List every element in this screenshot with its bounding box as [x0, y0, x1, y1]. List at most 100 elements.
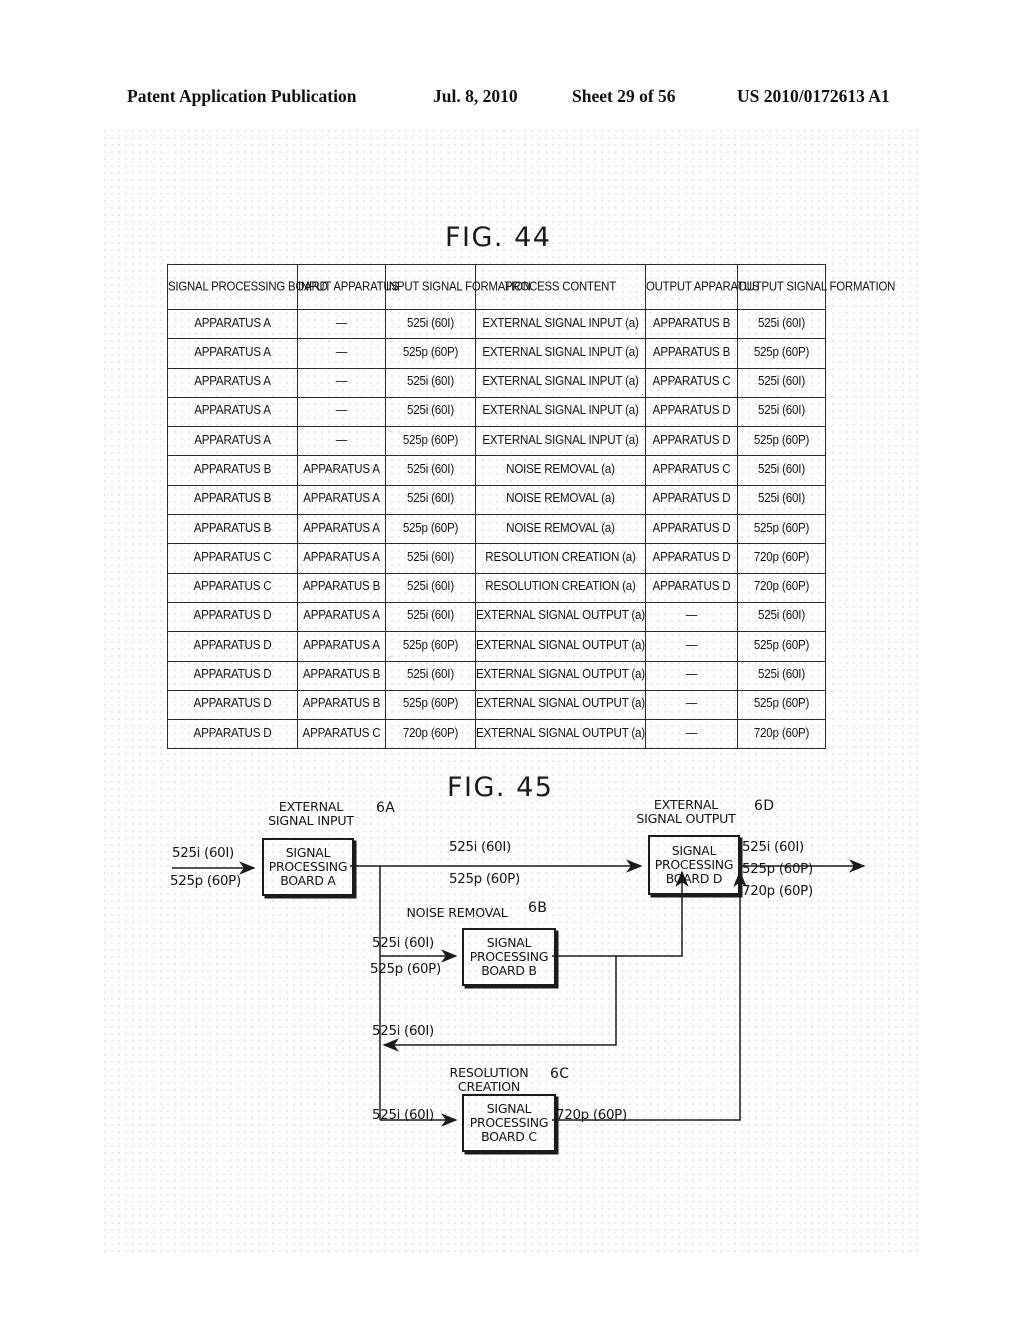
signal-processing-table: SIGNAL PROCESSING BOARD INPUT APPARATUS … [167, 261, 895, 751]
cell-output-apparatus: APPARATUS C [645, 453, 738, 488]
cell-input-signal-formation: 525i (60I) [385, 395, 476, 429]
header-line: PROCESS CONTENT [505, 280, 616, 294]
cell-signal-processing-board: APPARATUS A [167, 336, 298, 371]
cell-input-signal-formation: 525i (60I) [385, 571, 476, 605]
cell-input-signal-formation: 525i (60I) [385, 659, 476, 693]
board-b-caption-line1: NOISE REMOVAL [406, 905, 508, 920]
cell-process-content: RESOLUTION CREATION (a) [475, 571, 646, 605]
table-row: APPARATUS D APPARATUS A 525i (60I) EXTERNAL… [167, 600, 826, 634]
board-b-caption: NOISE REMOVAL [392, 905, 522, 920]
column-header-output-apparatus: OUTPUT APPARATUS [645, 261, 759, 313]
board-c-line2: PROCESSING [469, 1115, 549, 1131]
board-b-reference-numeral: 6B [528, 900, 548, 916]
signal-processing-board-a: SIGNAL PROCESSING BOARD A [262, 838, 354, 896]
cell-input-signal-formation: 525p (60P) [385, 512, 476, 546]
board-a-caption: EXTERNAL SIGNAL INPUT [256, 799, 366, 829]
cell-signal-processing-board: APPARATUS C [167, 541, 298, 576]
cell-process-content: EXTERNAL SIGNAL OUTPUT (a) [475, 659, 646, 693]
cell-input-apparatus: — [297, 395, 386, 429]
cell-input-signal-formation: 525p (60P) [385, 629, 476, 664]
column-header-process-content: PROCESS CONTENT [475, 261, 646, 313]
table-row: APPARATUS A —525i (60I) EXTERNAL SIGNAL IN… [167, 307, 826, 341]
table-body: APPARATUS A —525i (60I) EXTERNAL SIGNAL IN… [167, 307, 826, 751]
board-a-caption-line2: SIGNAL INPUT [268, 813, 354, 829]
table-row: APPARATUS B APPARATUS A 525p (60P) NOISE RE… [167, 512, 826, 546]
cell-output-apparatus: — [645, 659, 738, 693]
bus-label-a-to-d-2: 525p (60P) [449, 872, 520, 887]
board-c-reference-numeral: 6C [550, 1066, 570, 1082]
cell-output-signal-formation: 525i (60I) [737, 366, 826, 400]
cell-process-content: EXTERNAL SIGNAL OUTPUT (a) [475, 600, 646, 634]
header-publication: Patent Application Publication [127, 86, 357, 106]
board-b-line3: BOARD B [481, 962, 537, 978]
cell-input-apparatus: APPARATUS A [297, 600, 386, 634]
cell-input-apparatus: APPARATUS C [297, 717, 386, 751]
board-a-line1: SIGNAL [285, 845, 331, 861]
cell-input-apparatus: — [297, 336, 386, 371]
table-row: APPARATUS A —525p (60P) EXTERNAL SIGNAL IN… [167, 424, 826, 459]
cell-input-signal-formation: 525p (60P) [385, 336, 476, 371]
cell-output-apparatus: APPARATUS C [645, 366, 738, 400]
cell-process-content: EXTERNAL SIGNAL OUTPUT (a) [475, 717, 646, 751]
cell-input-apparatus: APPARATUS B [297, 571, 386, 605]
cell-input-signal-formation: 525i (60I) [385, 483, 476, 517]
cell-signal-processing-board: APPARATUS B [167, 453, 298, 488]
patent-page: Patent Application Publication Jul. 8, 2… [0, 0, 1024, 1320]
cell-process-content: NOISE REMOVAL (a) [475, 453, 646, 488]
board-c-input-signal-1: 525i (60I) [372, 1108, 434, 1123]
header-line: OUTPUT [646, 280, 692, 294]
board-a-input-signal-1: 525i (60I) [172, 846, 234, 861]
cell-output-signal-formation: 525p (60P) [737, 424, 826, 459]
board-a-line2: PROCESSING [268, 859, 348, 875]
table-row: APPARATUS D APPARATUS B 525i (60I) EXTERNAL… [167, 659, 826, 693]
cell-input-signal-formation: 525i (60I) [385, 453, 476, 488]
cell-signal-processing-board: APPARATUS A [167, 366, 298, 400]
cell-output-apparatus: — [645, 629, 738, 664]
cell-output-apparatus: — [645, 717, 738, 751]
cell-output-apparatus: APPARATUS D [645, 483, 738, 517]
table-row: APPARATUS D APPARATUS A 525p (60P) EXTERNAL… [167, 629, 826, 664]
cell-signal-processing-board: APPARATUS B [167, 512, 298, 546]
column-header-input-signal-formation: INPUT SIGNAL FORMATION [385, 261, 531, 313]
cell-output-signal-formation: 525p (60P) [737, 336, 826, 371]
cell-signal-processing-board: APPARATUS D [167, 600, 298, 634]
board-d-line3: BOARD D [665, 870, 723, 886]
cell-input-apparatus: APPARATUS A [297, 453, 386, 488]
board-d-line1: SIGNAL [671, 843, 717, 859]
cell-input-apparatus: APPARATUS A [297, 483, 386, 517]
cell-input-apparatus: APPARATUS A [297, 541, 386, 576]
table-row: APPARATUS A —525i (60I) EXTERNAL SIGNAL IN… [167, 366, 826, 400]
cell-signal-processing-board: APPARATUS D [167, 688, 298, 722]
cell-process-content: EXTERNAL SIGNAL INPUT (a) [475, 336, 646, 371]
board-c-caption: RESOLUTION CREATION [430, 1065, 548, 1095]
column-header-signal-processing-board: SIGNAL PROCESSING BOARD [167, 261, 328, 313]
cell-process-content: EXTERNAL SIGNAL OUTPUT (a) [475, 629, 646, 664]
board-c-caption-line1: RESOLUTION [449, 1065, 529, 1080]
board-d-output-signal-1: 525i (60I) [742, 840, 804, 855]
cell-input-signal-formation: 720p (60P) [385, 717, 476, 751]
cell-output-signal-formation: 720p (60P) [737, 541, 826, 576]
header-patent-number: US 2010/0172613 A1 [737, 86, 890, 106]
cell-input-signal-formation: 525i (60I) [385, 541, 476, 576]
table-row: APPARATUS A —525p (60P) EXTERNAL SIGNAL IN… [167, 336, 826, 371]
header-line: OUTPUT SIGNAL [738, 280, 827, 294]
cell-process-content: EXTERNAL SIGNAL INPUT (a) [475, 424, 646, 459]
bus-label-a-to-d-1: 525i (60I) [449, 840, 511, 855]
cell-signal-processing-board: APPARATUS A [167, 424, 298, 459]
board-d-caption-line2: SIGNAL OUTPUT [636, 811, 736, 827]
cell-output-signal-formation: 525i (60I) [737, 483, 826, 517]
cell-input-apparatus: — [297, 366, 386, 400]
table-row: APPARATUS A —525i (60I) EXTERNAL SIGNAL IN… [167, 395, 826, 429]
cell-output-apparatus: APPARATUS D [645, 512, 738, 546]
signal-processing-board-d: SIGNAL PROCESSING BOARD D [648, 835, 740, 895]
cell-output-signal-formation: 525p (60P) [737, 512, 826, 546]
column-header-output-signal-formation: OUTPUT SIGNAL FORMATION [737, 261, 895, 313]
cell-input-apparatus: APPARATUS A [297, 629, 386, 664]
cell-process-content: EXTERNAL SIGNAL OUTPUT (a) [475, 688, 646, 722]
cell-input-signal-formation: 525p (60P) [385, 424, 476, 459]
cell-signal-processing-board: APPARATUS A [167, 395, 298, 429]
board-c-caption-line2: CREATION [457, 1079, 521, 1095]
board-a-input-signal-2: 525p (60P) [170, 874, 241, 889]
board-a-reference-numeral: 6A [376, 800, 396, 816]
board-b-input-signal-2: 525p (60P) [370, 962, 441, 977]
